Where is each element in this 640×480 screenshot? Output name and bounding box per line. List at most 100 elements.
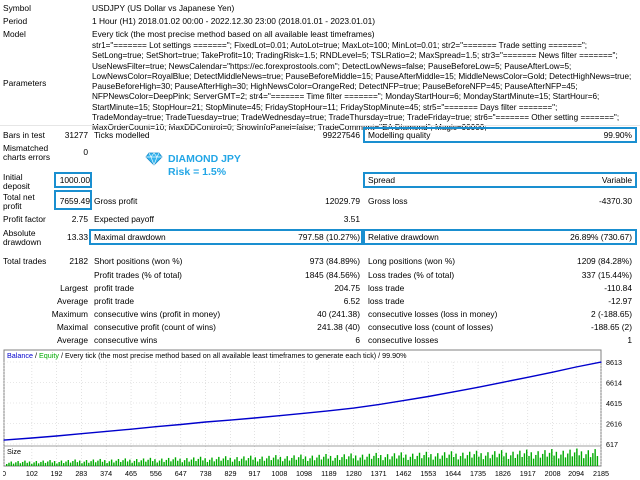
spread-label: Spread (368, 175, 396, 185)
volume-bar (129, 459, 131, 466)
x-tick-label: 917 (249, 469, 261, 478)
volume-bar (425, 451, 428, 466)
balance-point (55, 435, 58, 437)
balance-point (205, 421, 207, 423)
volume-bar (83, 461, 85, 466)
ea-risk: Risk = 1.5% (168, 166, 227, 178)
maxdd-label: Maximal drawdown (94, 232, 166, 242)
short-value: 973 (84.89%) (309, 256, 360, 266)
volume-bar (12, 463, 15, 466)
volume-bar (67, 460, 69, 466)
avg-losses-label: consecutive losses (368, 335, 439, 345)
volume-bar (414, 459, 416, 466)
largest-profit-label: profit trade (94, 283, 135, 293)
volume-bar (334, 457, 336, 466)
volume-bar (174, 457, 177, 466)
volume-bar (354, 455, 357, 466)
x-tick-label: 465 (125, 469, 137, 478)
period-label: Period (3, 16, 28, 26)
x-tick-label: 283 (75, 469, 87, 478)
volume-bar (532, 458, 535, 466)
volume-bar (496, 457, 498, 466)
average-loss-label: loss trade (368, 296, 405, 306)
volume-bar (190, 459, 193, 466)
volume-bar (156, 462, 158, 466)
volume-bar (482, 459, 485, 466)
x-tick-label: 1553 (420, 469, 436, 478)
volume-bar (99, 458, 101, 466)
volume-bar (104, 460, 106, 466)
volume-bar (259, 459, 261, 466)
legend-equity: Equity (39, 351, 59, 360)
volume-bar (76, 462, 79, 466)
volume-bar (302, 459, 304, 466)
volume-bar (186, 458, 188, 466)
volume-bar (213, 461, 215, 466)
volume-bar (528, 455, 530, 466)
volume-bar (78, 460, 81, 466)
volume-bar (115, 460, 117, 466)
absdd-label-2: drawdown (3, 237, 42, 247)
x-tick-label: 647 (175, 469, 187, 478)
diamond-icon (145, 152, 163, 166)
volume-bar (462, 452, 464, 466)
initial-label-2: deposit (3, 181, 31, 191)
loss-trades-value: 337 (15.44%) (581, 270, 632, 280)
volume-bar (145, 461, 147, 466)
maxdd-value: 797.58 (10.27%) (298, 232, 360, 242)
volume-bar (537, 451, 539, 466)
volume-bar (357, 460, 359, 466)
volume-bar (19, 463, 22, 466)
volume-bar (37, 463, 40, 466)
x-tick-label: 1371 (371, 469, 387, 478)
balance-chart: Balance / Equity / Every tick (the most … (2, 348, 637, 480)
balance-point (377, 403, 380, 406)
balance-point (402, 399, 405, 402)
volume-bar (142, 458, 145, 466)
volume-bar (594, 449, 596, 466)
volume-bar (224, 456, 227, 466)
volume-bar (523, 453, 526, 466)
x-tick-label: 556 (150, 469, 162, 478)
volume-bar (234, 459, 236, 466)
volume-bar (427, 457, 430, 466)
loss-trades-label: Loss trades (% of total) (368, 270, 455, 280)
avg-wins-label: consecutive wins (94, 335, 158, 345)
volume-bar (58, 462, 60, 466)
volume-bar (368, 453, 371, 466)
volume-bar (126, 461, 129, 466)
balance-point (552, 371, 554, 373)
netprofit-value: 7659.49 (59, 196, 90, 206)
volume-bar (240, 458, 243, 466)
volume-bar (491, 454, 494, 466)
volume-bar (122, 460, 124, 466)
grossloss-label: Gross loss (368, 196, 408, 206)
volume-bar (313, 460, 316, 466)
volume-bar (74, 459, 76, 466)
volume-bar (211, 457, 213, 466)
max-losses-value: 2 (-188.65) (591, 309, 632, 319)
volume-bar (573, 452, 576, 466)
volume-bar (263, 460, 266, 466)
balance-point (31, 437, 33, 439)
legend-balance: Balance (7, 351, 33, 360)
max-wins-value: 40 (241.38) (317, 309, 360, 319)
profit-trades-label: Profit trades (% of total) (94, 270, 182, 280)
volume-bar (92, 459, 95, 466)
volume-bar (97, 460, 99, 466)
volume-bar (199, 456, 202, 466)
trades-value: 2182 (69, 256, 88, 266)
volume-bar (555, 451, 558, 466)
maximal-label: Maximal (56, 322, 88, 332)
volume-bar (28, 461, 31, 466)
volume-bar (318, 454, 320, 466)
volume-bar (117, 458, 120, 466)
volume-bar (307, 460, 309, 466)
balance-point (427, 395, 429, 398)
volume-bar (386, 454, 389, 466)
volume-bar (31, 463, 33, 466)
volume-bar (569, 449, 571, 466)
volume-bar (494, 451, 496, 466)
symbol-label: Symbol (3, 3, 31, 13)
volume-bar (430, 454, 432, 466)
